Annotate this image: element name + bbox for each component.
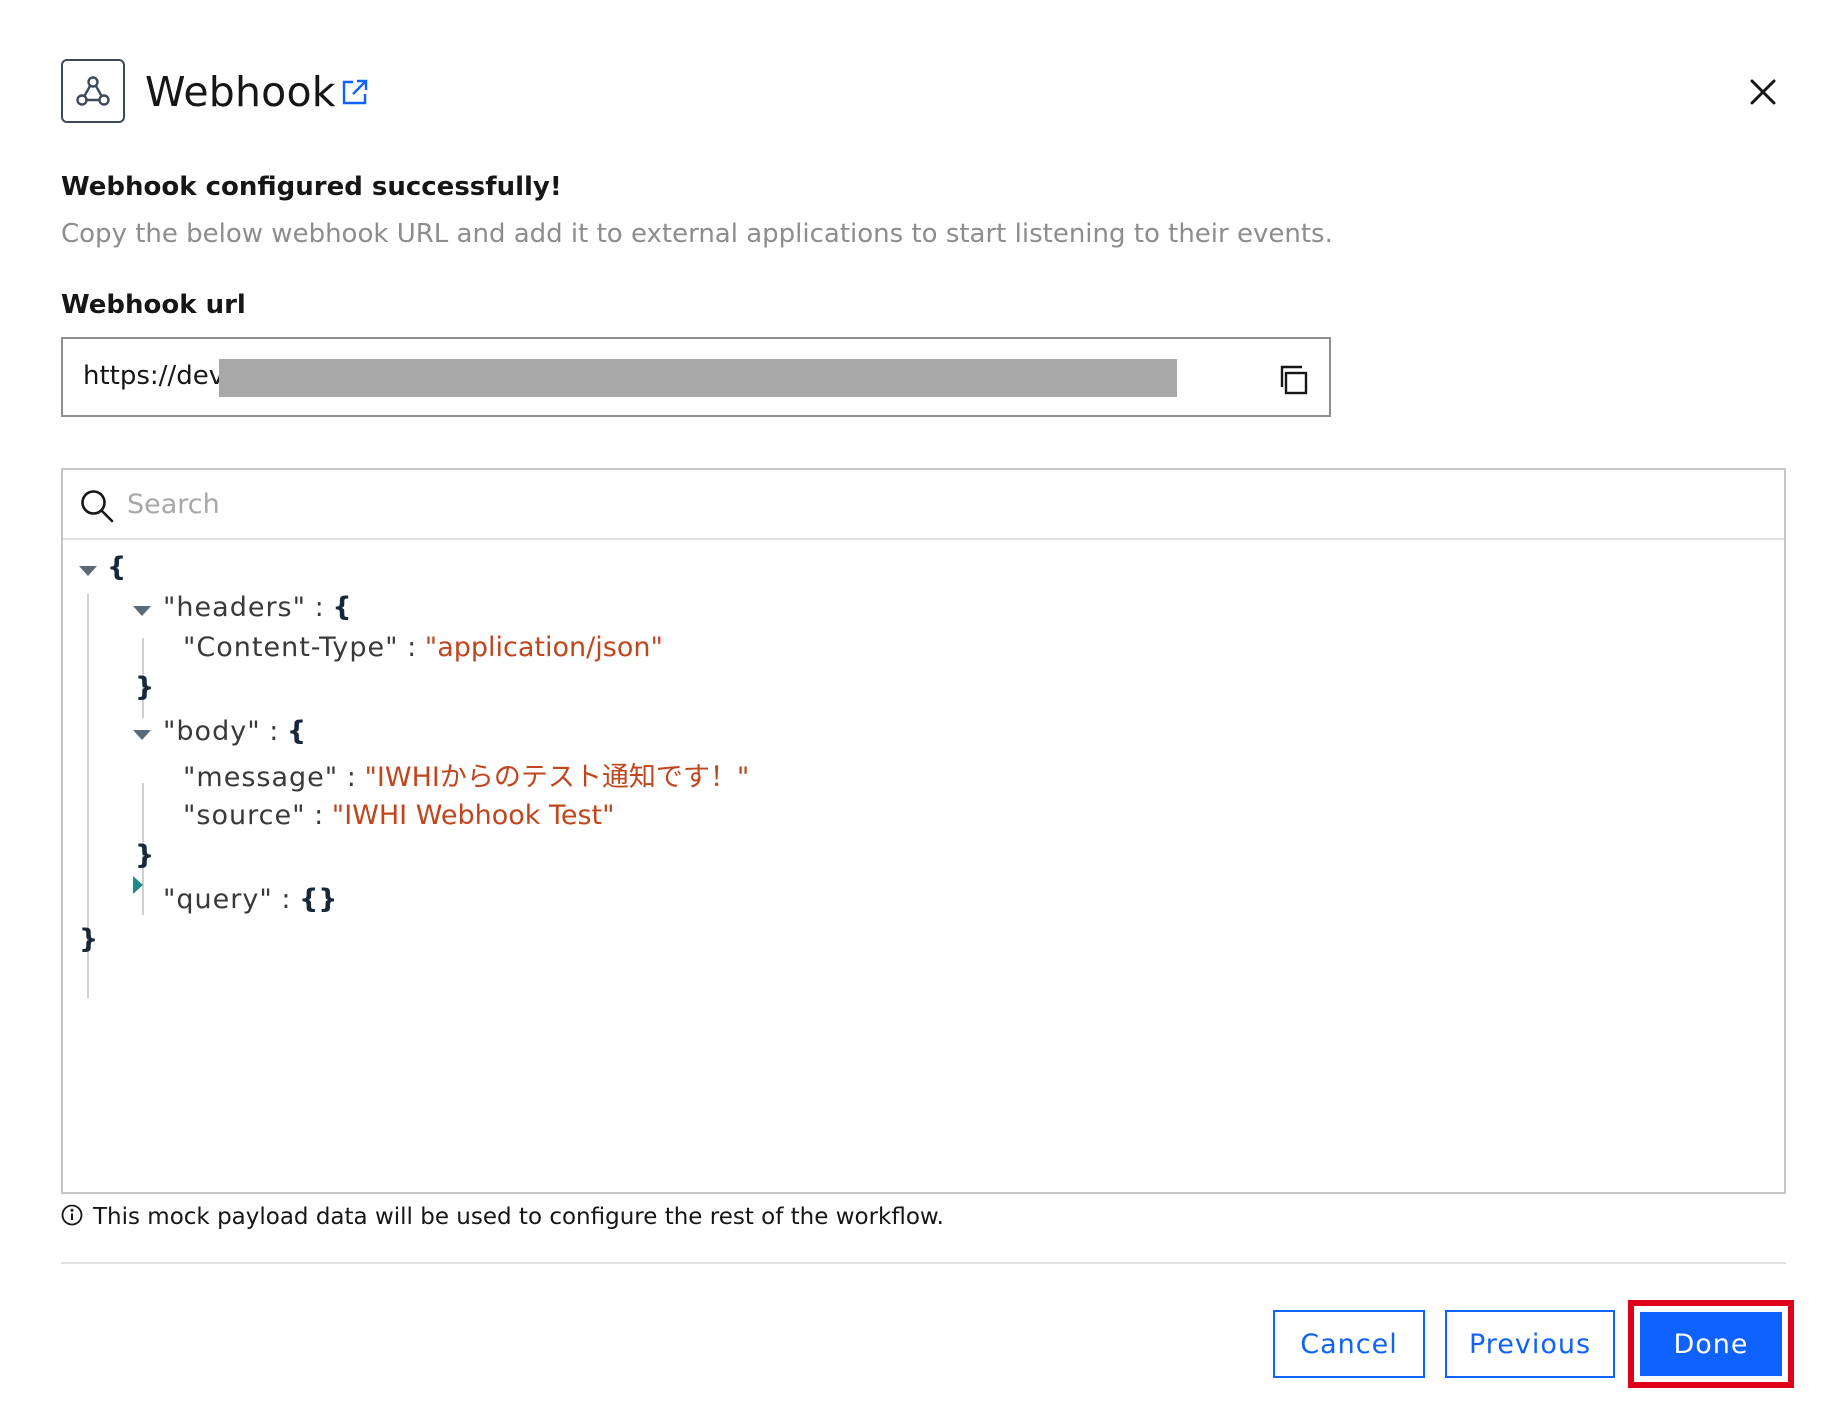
json-key: "Content-Type": [183, 632, 399, 663]
json-line: }: [135, 840, 155, 871]
webhook-url-label: Webhook url: [61, 290, 246, 320]
title-row: Webhook: [145, 62, 370, 122]
json-key: "message": [183, 762, 339, 793]
webhook-url-value: https://dev: [83, 361, 225, 391]
redacted-block: [219, 359, 1177, 397]
webhook-modal: Webhook Webhook configured successfully!…: [0, 0, 1830, 1420]
previous-button[interactable]: Previous: [1445, 1310, 1615, 1378]
json-line: {: [107, 552, 127, 583]
webhook-icon: [61, 59, 125, 123]
collapse-root-toggle[interactable]: [79, 566, 97, 576]
page-title: Webhook: [145, 68, 336, 116]
info-note: This mock payload data will be used to c…: [61, 1204, 944, 1230]
webhook-url-field[interactable]: https://dev: [61, 337, 1331, 417]
json-value: "application/json": [424, 632, 663, 663]
json-key: "body": [163, 716, 261, 747]
search-bar: [63, 470, 1784, 540]
json-line: }: [135, 672, 155, 703]
json-line-content-type: "Content-Type" : "application/json": [183, 632, 663, 663]
info-text: This mock payload data will be used to c…: [93, 1204, 944, 1230]
collapse-body-toggle[interactable]: [133, 730, 151, 740]
copy-icon[interactable]: [1273, 360, 1313, 400]
json-line-message: "message" : "IWHIからのテスト通知です！": [183, 762, 750, 793]
json-value: "IWHI Webhook Test": [331, 800, 615, 831]
json-line-headers: "headers" : {: [163, 592, 352, 623]
done-button[interactable]: Done: [1640, 1312, 1782, 1376]
search-icon: [79, 488, 115, 528]
footer-divider: [61, 1262, 1786, 1264]
info-icon: [61, 1204, 83, 1230]
success-heading: Webhook configured successfully!: [61, 172, 562, 202]
json-value: {}: [299, 884, 338, 915]
collapse-headers-toggle[interactable]: [133, 606, 151, 616]
json-key: "source": [183, 800, 306, 831]
cancel-button[interactable]: Cancel: [1273, 1310, 1425, 1378]
success-description: Copy the below webhook URL and add it to…: [61, 219, 1333, 249]
external-link-icon[interactable]: [340, 77, 370, 107]
json-key: "headers": [163, 592, 307, 623]
expand-query-toggle[interactable]: [133, 876, 143, 894]
close-icon[interactable]: [1733, 62, 1793, 122]
payload-viewer: { "headers" : { "Content-Type" : "applic…: [61, 468, 1786, 1194]
json-line-query: "query" : {}: [163, 884, 338, 915]
search-input[interactable]: [127, 482, 1727, 526]
json-value: "IWHIからのテスト通知です！": [364, 762, 750, 793]
json-line-body: "body" : {: [163, 716, 307, 747]
json-line: }: [79, 924, 99, 955]
json-key: "query": [163, 884, 273, 915]
json-line-source: "source" : "IWHI Webhook Test": [183, 800, 615, 831]
json-tree: { "headers" : { "Content-Type" : "applic…: [63, 540, 1784, 1190]
